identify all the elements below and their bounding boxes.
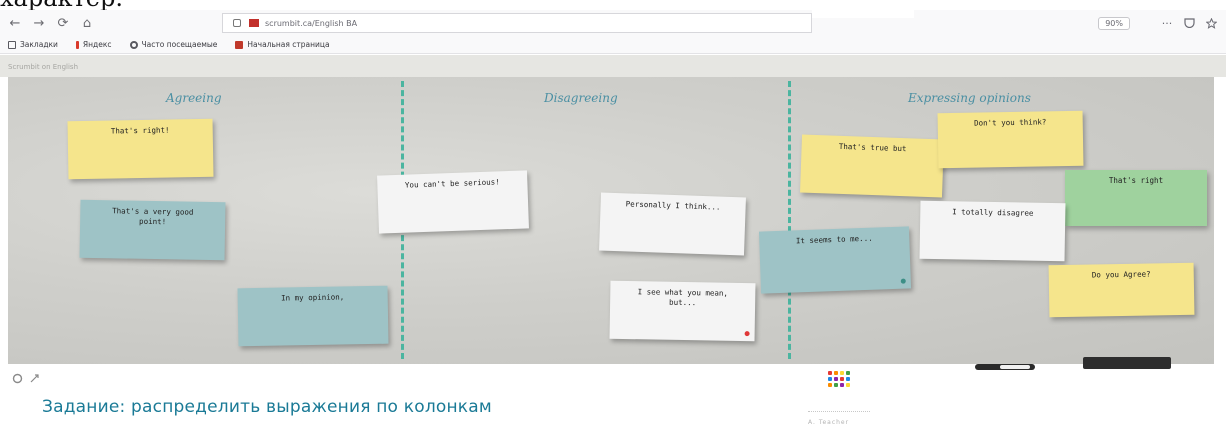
signature-text: A. Teacher <box>808 419 850 426</box>
url-text: scrumbit.ca/English BA <box>265 18 358 28</box>
apps-grid-dot <box>828 371 832 375</box>
apps-grid-dot <box>846 377 850 381</box>
bookmark-item[interactable]: Яндекс <box>75 40 112 49</box>
pocket-icon[interactable] <box>1182 16 1196 30</box>
toolbar-right: 90% ··· <box>912 13 1226 33</box>
back-icon[interactable]: ← <box>6 14 24 32</box>
sticky-note[interactable]: That's true but <box>800 134 944 198</box>
column-title-opinions: Expressing opinions <box>908 91 1031 105</box>
menu-dots-icon[interactable]: ··· <box>1160 16 1174 30</box>
bookmark-item[interactable]: Часто посещаемые <box>129 40 217 49</box>
bookmark-folder-icon <box>8 40 16 49</box>
settings-icon[interactable] <box>12 373 23 387</box>
sticky-note[interactable]: That's right <box>1065 170 1207 226</box>
sticky-note[interactable]: Do you Agree? <box>1048 262 1195 318</box>
expand-icon[interactable] <box>29 373 40 387</box>
note-marker-icon <box>900 278 906 284</box>
sticky-note[interactable]: It seems to me... <box>758 226 912 294</box>
bottom-tools <box>12 373 46 387</box>
sticky-note[interactable]: That's a very good point! <box>79 199 226 261</box>
apps-grid-dot <box>834 371 838 375</box>
marker-pen-cap <box>1000 365 1030 369</box>
start-page-icon <box>235 40 244 49</box>
apps-grid-dot <box>834 377 838 381</box>
sticky-note[interactable]: Personally I think... <box>599 192 746 256</box>
sticky-note[interactable]: I see what you mean, but... <box>609 280 756 342</box>
eraser-tool[interactable] <box>1083 357 1171 369</box>
bookmark-item[interactable]: Закладки <box>8 40 58 49</box>
apps-grid-dot <box>846 371 850 375</box>
board-header: Scrumbit on English <box>0 55 1226 77</box>
bookmark-item[interactable]: Начальная страница <box>235 40 330 49</box>
sticky-note[interactable]: Don't you think? <box>937 110 1084 169</box>
apps-grid-dot <box>834 383 838 387</box>
signature-line <box>808 411 870 412</box>
gear-icon <box>129 40 138 49</box>
column-divider <box>788 81 791 359</box>
note-marker-icon <box>744 331 750 337</box>
sticky-note[interactable]: That's right! <box>67 118 214 180</box>
bookmark-star-icon[interactable] <box>1204 16 1218 30</box>
sticky-note[interactable]: In my opinion, <box>237 285 389 347</box>
apps-grid-icon[interactable] <box>828 371 850 387</box>
apps-grid-dot <box>840 377 844 381</box>
bottom-bar: Задание: распределить выражения по колон… <box>0 371 1226 432</box>
apps-grid-dot <box>828 383 832 387</box>
sticky-board: Agreeing Disagreeing Expressing opinions… <box>8 77 1214 364</box>
forward-icon[interactable]: → <box>30 14 48 32</box>
apps-grid-dot <box>840 371 844 375</box>
site-favicon <box>249 19 259 27</box>
task-instruction: Задание: распределить выражения по колон… <box>42 397 492 417</box>
sticky-note[interactable]: You can't be serious! <box>377 170 529 234</box>
apps-grid-dot <box>846 383 850 387</box>
sticky-note[interactable]: I totally disagree <box>919 200 1066 262</box>
apps-grid-dot <box>828 377 832 381</box>
zoom-level[interactable]: 90% <box>1098 16 1130 30</box>
yandex-icon <box>75 40 79 49</box>
browser-toolbar: ← → ⟳ ⌂ scrumbit.ca/English BA 90% ··· <box>0 10 1226 36</box>
shield-icon <box>233 19 241 27</box>
apps-grid-dot <box>840 383 844 387</box>
column-title-disagreeing: Disagreeing <box>544 91 618 105</box>
column-title-agreeing: Agreeing <box>166 91 222 105</box>
tab-strip <box>812 10 914 18</box>
reload-icon[interactable]: ⟳ <box>54 14 72 32</box>
bookmarks-bar: Закладки Яндекс Часто посещаемые Начальн… <box>0 36 1226 54</box>
address-bar[interactable]: scrumbit.ca/English BA <box>222 13 812 33</box>
home-icon[interactable]: ⌂ <box>78 14 96 32</box>
